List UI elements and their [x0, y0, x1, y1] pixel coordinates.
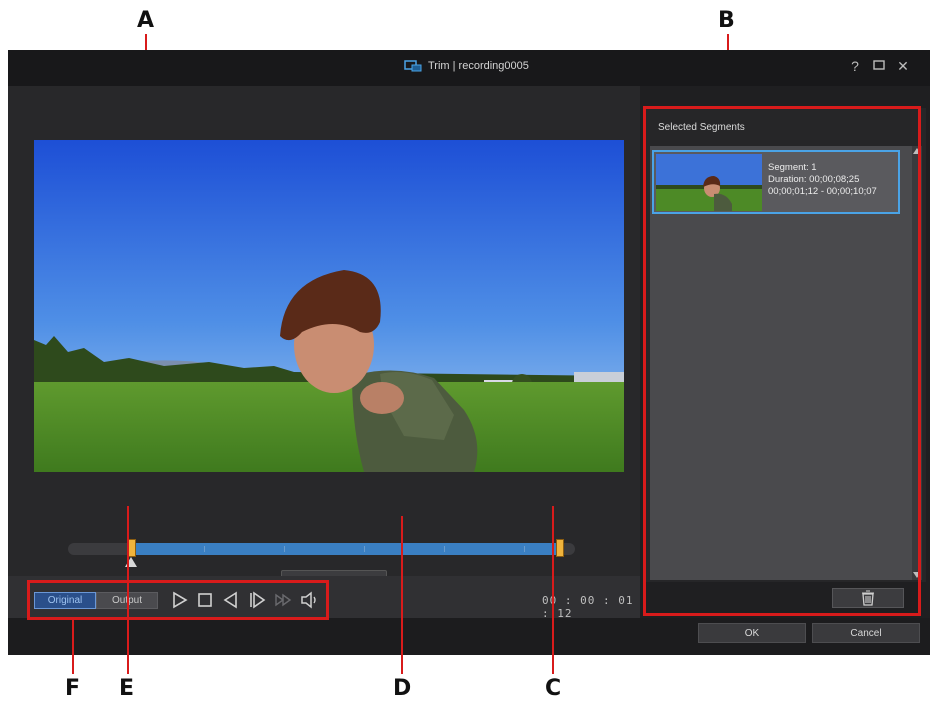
- mark-out-handle[interactable]: [556, 539, 564, 557]
- preview-area: [8, 86, 640, 604]
- title-bar: Trim | recording0005 ? ✕: [8, 50, 930, 86]
- callout-line-c: [552, 506, 554, 674]
- callout-label-f: F: [65, 676, 81, 701]
- callout-label-e: E: [119, 676, 135, 701]
- ok-button[interactable]: OK: [698, 623, 806, 643]
- video-frame-image: [34, 140, 624, 472]
- trim-timeline[interactable]: [68, 539, 575, 557]
- timecode-display: 00 : 00 : 01 : 12: [542, 594, 634, 620]
- close-button[interactable]: ✕: [896, 58, 910, 75]
- window-title: Trim | recording0005: [404, 60, 529, 72]
- trimmed-range: [132, 543, 562, 555]
- callout-line-f: [72, 620, 74, 674]
- callout-label-a: A: [137, 8, 155, 33]
- callout-line-e: [127, 506, 129, 674]
- cancel-button[interactable]: Cancel: [812, 623, 920, 643]
- mark-in-handle[interactable]: [128, 539, 136, 557]
- callout-line-d: [401, 516, 403, 674]
- callout-label-b: B: [718, 8, 735, 33]
- dialog-footer: OK Cancel: [8, 618, 930, 655]
- callout-box-b: [643, 106, 921, 616]
- window-title-text: Trim | recording0005: [428, 60, 529, 72]
- callout-box-f: [27, 580, 329, 620]
- help-button[interactable]: ?: [848, 58, 862, 75]
- maximize-icon: [873, 60, 885, 70]
- callout-label-d: D: [393, 676, 412, 701]
- video-preview[interactable]: [34, 140, 624, 472]
- window-controls: ? ✕: [848, 58, 910, 75]
- callout-label-c: C: [545, 676, 562, 701]
- trim-app-icon: [404, 60, 422, 72]
- maximize-button[interactable]: [872, 58, 886, 75]
